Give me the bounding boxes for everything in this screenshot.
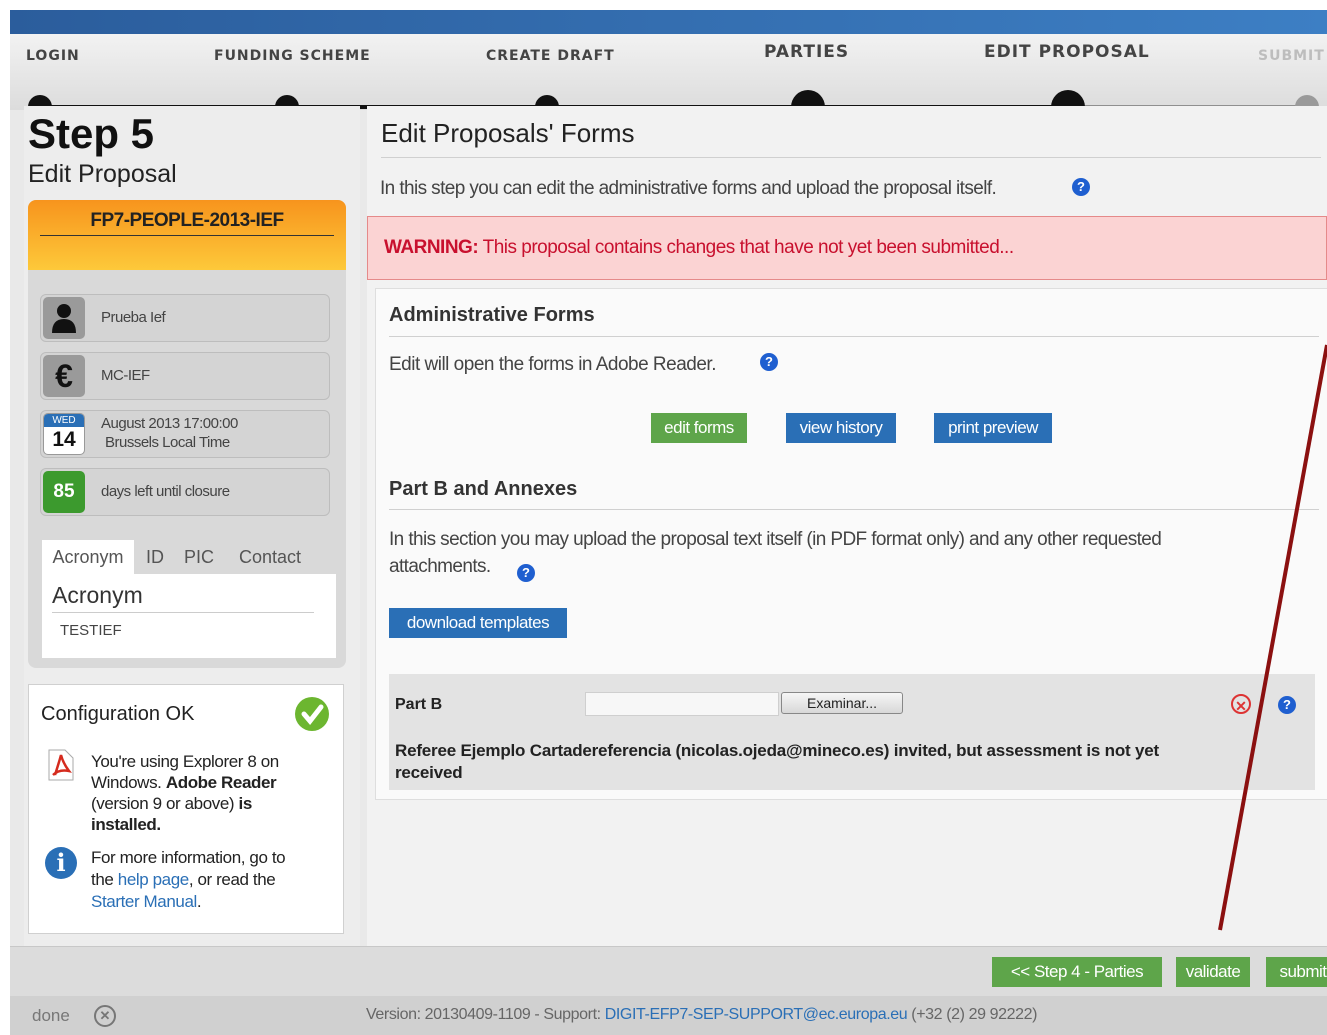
- annotation-arrow: [1218, 344, 1327, 931]
